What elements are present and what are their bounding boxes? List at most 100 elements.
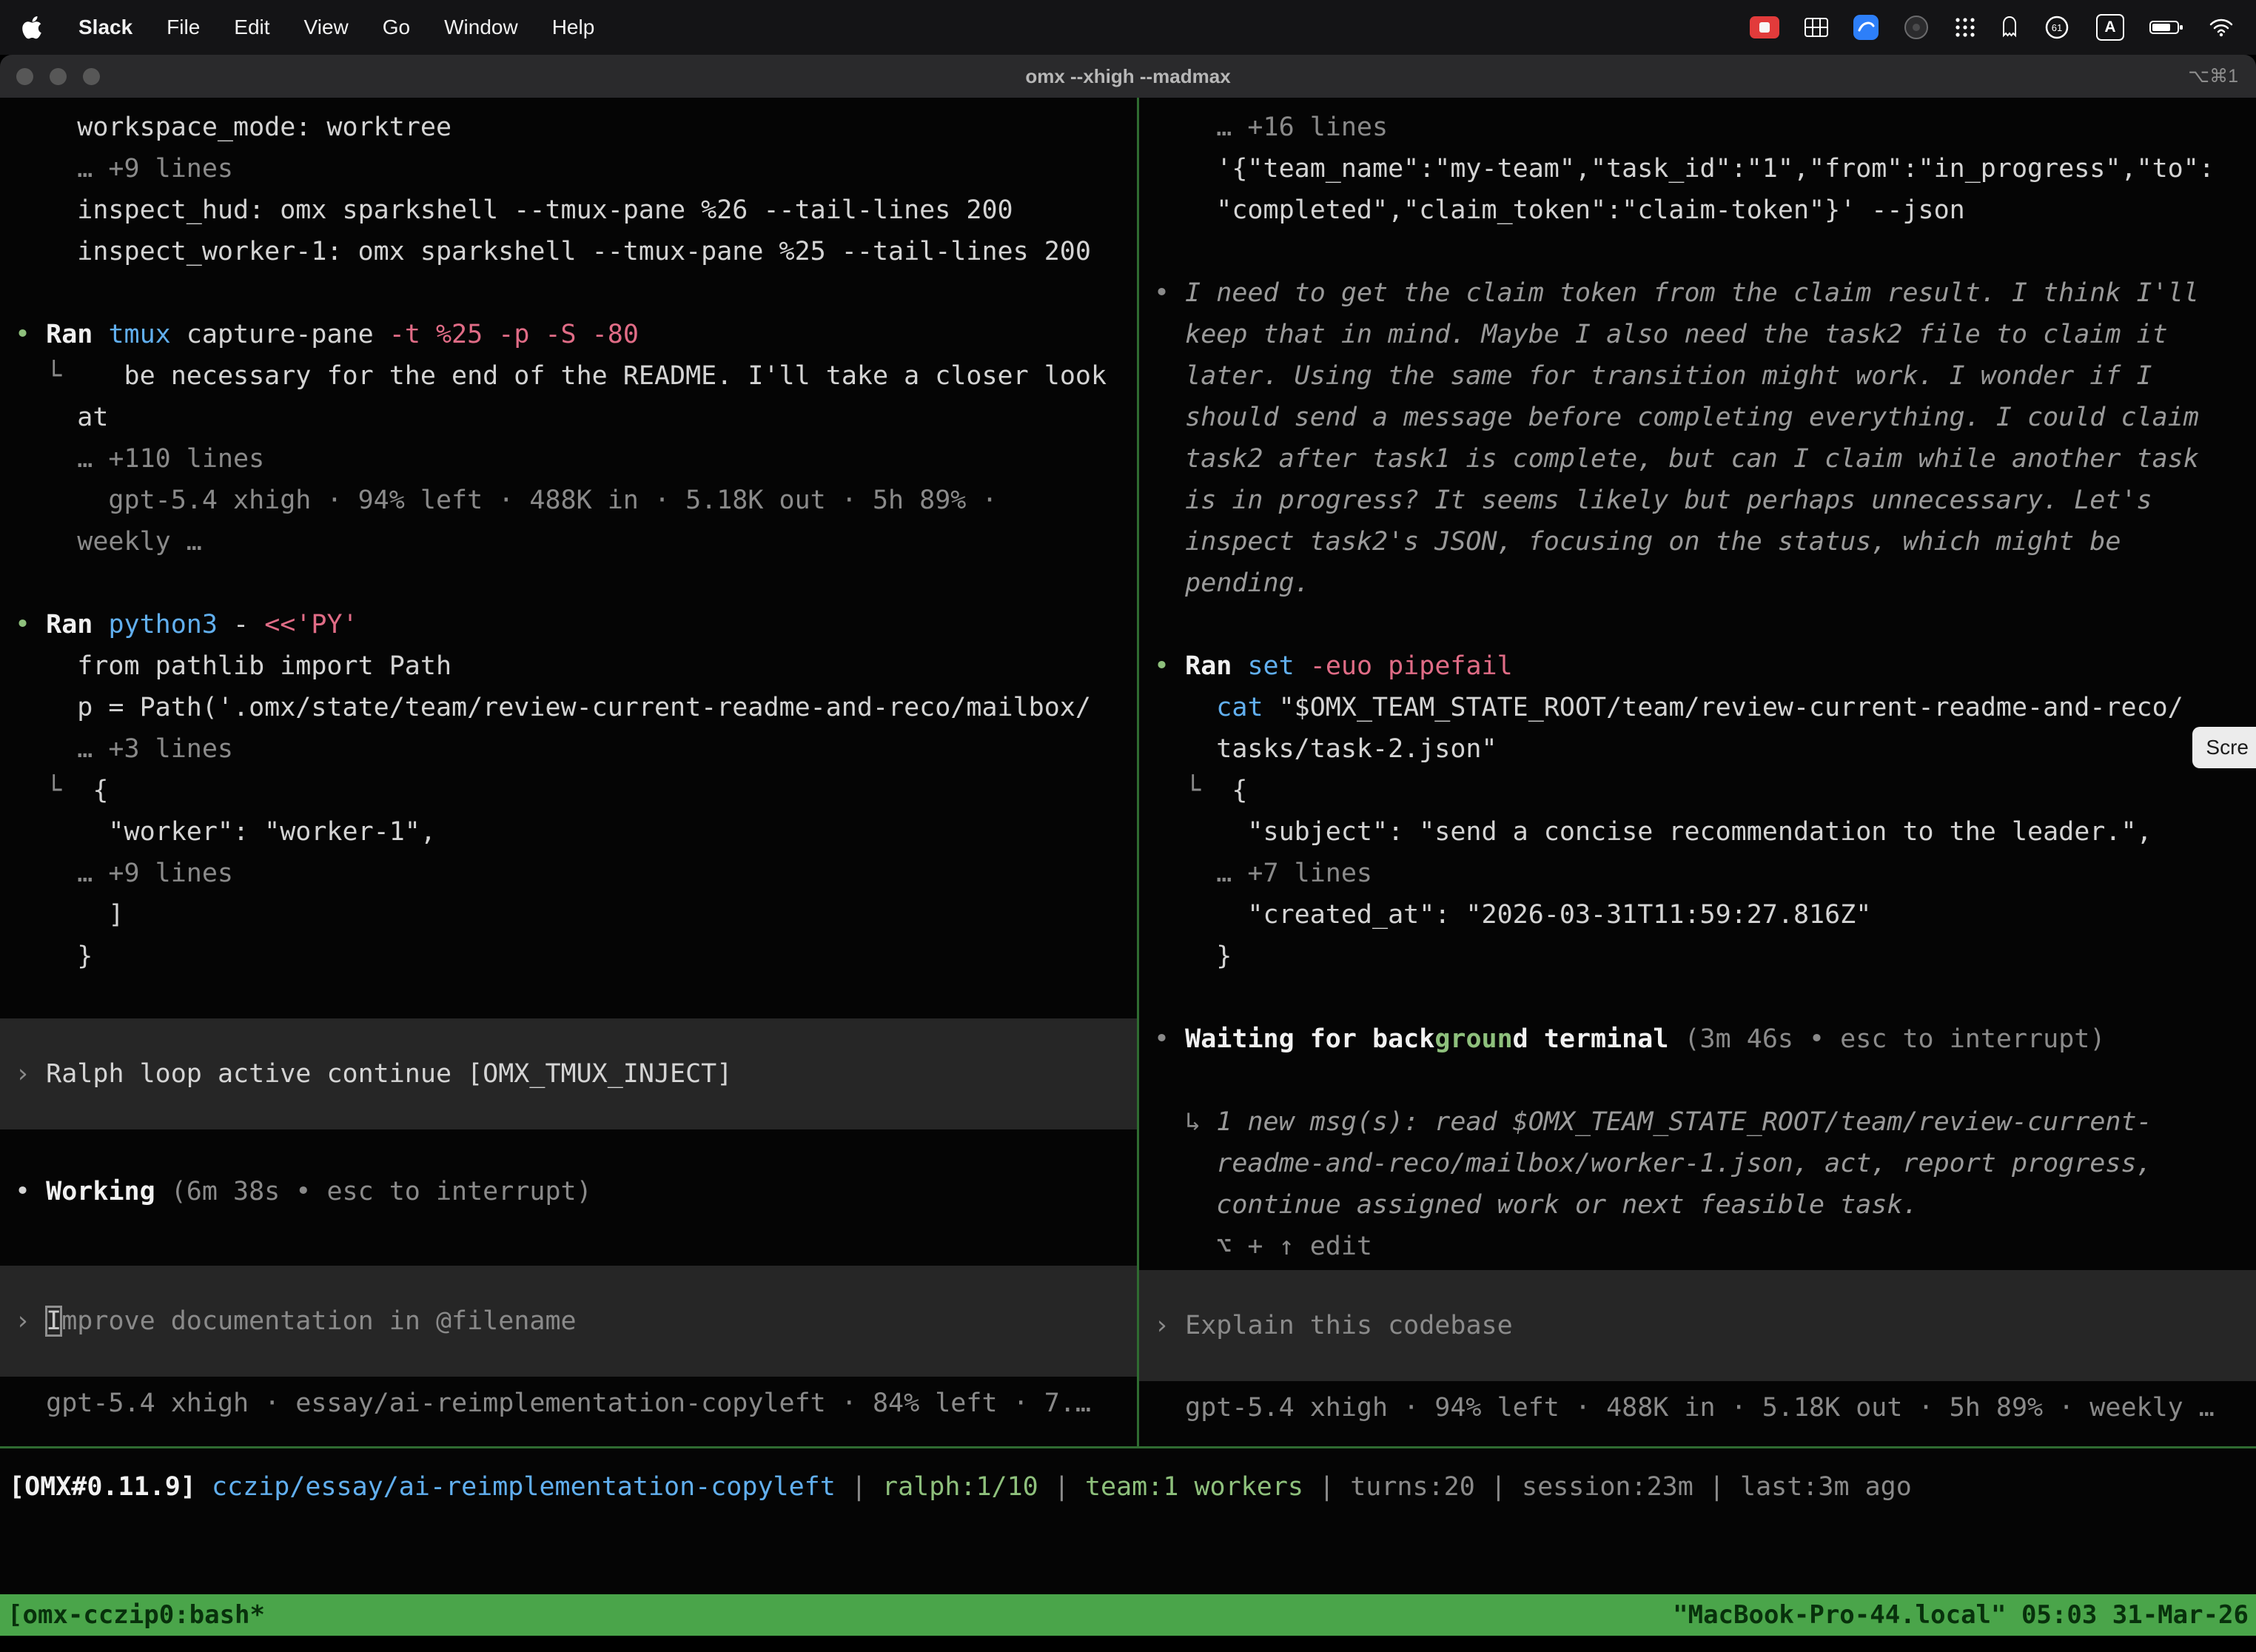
text-segment: … +9 lines xyxy=(15,154,233,184)
right-agent-pane[interactable]: … +16 lines '{"team_name":"my-team","tas… xyxy=(1139,98,2256,1446)
text-segment: set xyxy=(1247,651,1309,681)
text-segment: inspect_worker-1: omx sparkshell --tmux-… xyxy=(15,237,1091,266)
text-segment: … +16 lines xyxy=(1154,113,1388,142)
text-segment: p = Path('.omx/state/team/review-current… xyxy=(15,693,1091,722)
text-segment: -euo pipefail xyxy=(1310,651,1513,681)
terminal-line: • I need to get the claim token from the… xyxy=(1139,272,2256,314)
omx-status-area: [OMX#0.11.9] cczip/essay/ai-reimplementa… xyxy=(0,1448,2256,1594)
terminal-line: } xyxy=(0,936,1137,977)
text-segment: team:1 workers xyxy=(1085,1472,1303,1502)
terminal-content: workspace_mode: worktree … +9 lines insp… xyxy=(0,98,2256,1652)
menu-bar-left: Slack File Edit View Go Window Help xyxy=(22,15,594,40)
text-segment: └ xyxy=(15,361,124,391)
text-segment: (6m 38s • esc to interrupt) xyxy=(171,1177,592,1206)
text-segment: … +7 lines xyxy=(1154,859,1372,888)
text-segment: … +110 lines xyxy=(15,444,264,474)
terminal-line: • Ran python3 - <<'PY' xyxy=(0,604,1137,645)
prompt-input[interactable]: › Improve documentation in @filename xyxy=(0,1266,1137,1377)
text-segment: task2 after task1 is complete, but can I… xyxy=(1154,444,2199,474)
left-agent-pane[interactable]: workspace_mode: worktree … +9 lines insp… xyxy=(0,98,1137,1446)
text-segment: keep that in mind. Maybe I also need the… xyxy=(1154,320,2168,349)
text-segment: inspect_hud: omx sparkshell --tmux-pane … xyxy=(15,195,1013,225)
text-segment: workspace_mode: worktree xyxy=(15,113,451,142)
blue-app-icon[interactable] xyxy=(1853,15,1879,40)
terminal-line: └ be necessary for the end of the README… xyxy=(0,355,1137,397)
terminal-line: keep that in mind. Maybe I also need the… xyxy=(1139,314,2256,355)
battery-gauge-icon[interactable]: 61 xyxy=(2043,13,2071,41)
text-segment: <<'PY' xyxy=(264,610,357,639)
menu-file[interactable]: File xyxy=(167,16,200,39)
terminal-line: continue assigned work or next feasible … xyxy=(1139,1184,2256,1226)
terminal-line: ] xyxy=(0,894,1137,936)
text-segment: (3m 46s • esc to interrupt) xyxy=(1684,1024,2105,1054)
text-segment: | xyxy=(836,1472,882,1502)
terminal-line: … +9 lines xyxy=(0,853,1137,894)
terminal-line xyxy=(1139,977,2256,1018)
text-segment: turns:20 xyxy=(1350,1472,1475,1502)
text-segment: later. Using the same for transition mig… xyxy=(1154,361,2152,391)
apple-menu-icon[interactable] xyxy=(22,15,44,40)
text-segment: [OMX#0.11.9] xyxy=(9,1472,212,1502)
terminal-line: └ { xyxy=(0,770,1137,811)
text-segment: { xyxy=(93,776,108,805)
terminal-line: from pathlib import Path xyxy=(0,645,1137,687)
text-segment: └ xyxy=(1154,776,1232,805)
battery-icon[interactable] xyxy=(2149,19,2183,36)
text-segment: Ran xyxy=(1185,651,1247,681)
tmux-session-window: [omx-cczip0:bash* xyxy=(7,1600,265,1630)
menu-bar-status-icons: 61 A xyxy=(1750,13,2234,41)
screen-notification[interactable]: Scre xyxy=(2192,727,2256,768)
menu-edit[interactable]: Edit xyxy=(234,16,269,39)
text-segment: • xyxy=(1154,278,1185,308)
text-segment: • xyxy=(1154,1024,1185,1054)
text-segment: "completed","claim_token":"claim-token"}… xyxy=(1154,195,1965,225)
menu-window[interactable]: Window xyxy=(444,16,518,39)
window-title-bar[interactable]: omx --xhigh --madmax ⌥⌘1 xyxy=(0,55,2256,98)
window-title: omx --xhigh --madmax xyxy=(1025,65,1230,88)
close-button[interactable] xyxy=(16,68,33,85)
terminal-line: … +9 lines xyxy=(0,148,1137,189)
minimize-button[interactable] xyxy=(50,68,67,85)
text-segment: gpt-5.4 xhigh · essay/ai-reimplementatio… xyxy=(15,1389,1091,1418)
terminal-line: cat "$OMX_TEAM_STATE_ROOT/team/review-cu… xyxy=(1139,687,2256,728)
ghost-app-icon[interactable] xyxy=(2001,16,2018,39)
wifi-icon[interactable] xyxy=(2209,18,2234,38)
menu-app-name[interactable]: Slack xyxy=(78,16,132,39)
dots-grid-icon[interactable] xyxy=(1954,16,1976,38)
text-segment: mprove documentation in @filename xyxy=(61,1306,576,1336)
text-segment: › xyxy=(15,1059,46,1089)
dark-app-icon[interactable] xyxy=(1904,15,1929,40)
text-segment: • xyxy=(15,320,46,349)
prompt-input[interactable]: › Explain this codebase xyxy=(1139,1270,2256,1381)
text-segment: weekly … xyxy=(15,527,202,557)
input-source-icon[interactable]: A xyxy=(2096,14,2124,41)
text-segment: be necessary for the end of the README. … xyxy=(124,361,1107,391)
text-segment: tmux xyxy=(108,320,186,349)
zoom-button[interactable] xyxy=(83,68,100,85)
text-segment: "subject": "send a concise recommendatio… xyxy=(1154,817,2152,847)
terminal-line: pending. xyxy=(1139,563,2256,604)
menu-help[interactable]: Help xyxy=(552,16,595,39)
text-segment: is in progress? It seems likely but perh… xyxy=(1154,486,2152,515)
text-segment: tasks/task-2.json" xyxy=(1154,734,1497,764)
text-segment: Waiting for back xyxy=(1185,1024,1434,1054)
terminal-line: • Ran tmux capture-pane -t %25 -p -S -80 xyxy=(0,314,1137,355)
text-segment: } xyxy=(1154,941,1232,971)
text-segment: d terminal xyxy=(1513,1024,1685,1054)
menu-go[interactable]: Go xyxy=(383,16,410,39)
text-segment: Ralph loop active continue [OMX_TMUX_INJ… xyxy=(46,1059,732,1089)
screen-recording-indicator-icon[interactable] xyxy=(1750,16,1779,38)
menu-view[interactable]: View xyxy=(304,16,349,39)
text-segment: ] xyxy=(15,900,124,930)
terminal-line: inspect_worker-1: omx sparkshell --tmux-… xyxy=(0,231,1137,272)
text-segment: '{"team_name":"my-team","task_id":"1","f… xyxy=(1154,154,2215,184)
terminal-line xyxy=(1139,604,2256,645)
battery-gauge-value: 61 xyxy=(2052,22,2062,33)
menu-bar: Slack File Edit View Go Window Help xyxy=(0,0,2256,55)
injected-prompt-input[interactable]: › Ralph loop active continue [OMX_TMUX_I… xyxy=(0,1018,1137,1129)
table-grid-icon[interactable] xyxy=(1805,18,1828,37)
text-segment: "created_at": "2026-03-31T11:59:27.816Z" xyxy=(1154,900,1871,930)
tmux-host-time: "MacBook-Pro-44.local" 05:03 31-Mar-26 xyxy=(1673,1600,2249,1630)
text-segment: python3 xyxy=(108,610,233,639)
terminal-line: └ { xyxy=(1139,770,2256,811)
